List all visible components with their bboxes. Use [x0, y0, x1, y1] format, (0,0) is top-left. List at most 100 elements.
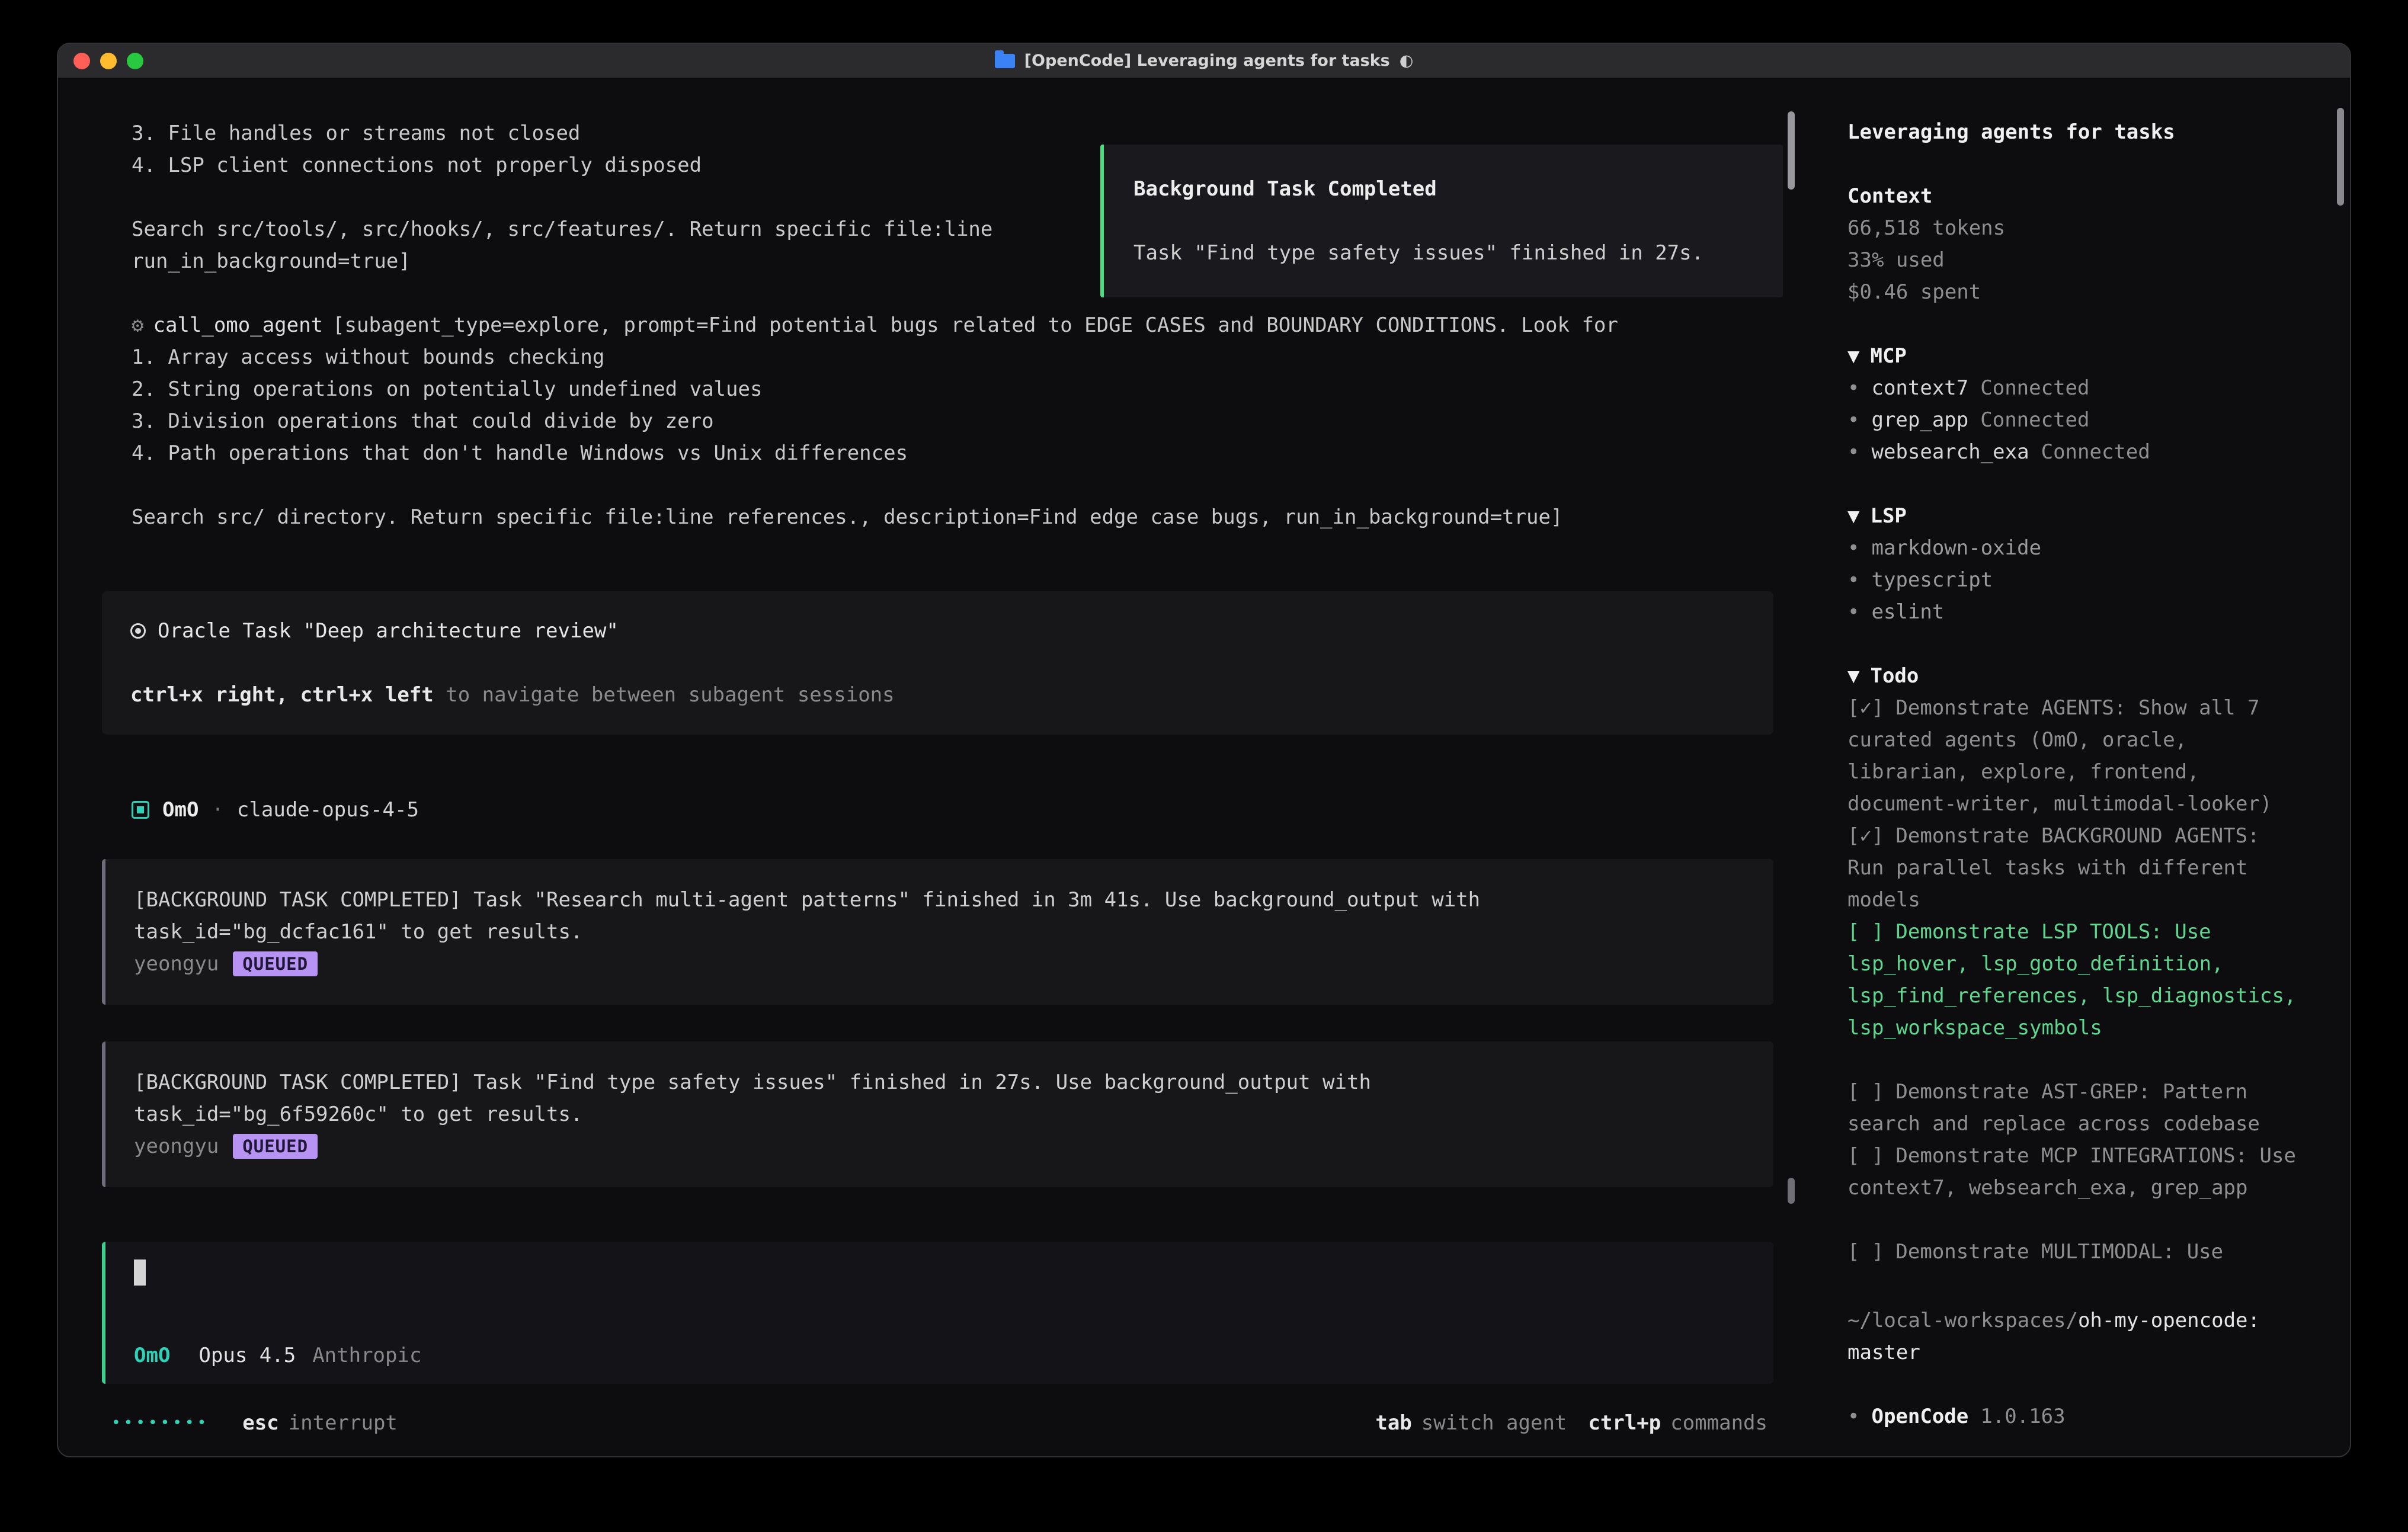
bullet-icon: • [1847, 376, 1859, 400]
bullet-icon: • [1847, 536, 1859, 560]
workspace-info: ~/local-workspaces/oh-my-opencode: maste… [1847, 1305, 2304, 1432]
session-title: Leveraging agents for tasks [1847, 116, 2304, 148]
traffic-lights [73, 44, 143, 78]
lsp-section-header[interactable]: ▼ LSP [1847, 500, 2304, 532]
provider-label: Anthropic [312, 1344, 421, 1367]
terminal-window: [OpenCode] Leveraging agents for tasks ◐… [57, 43, 2351, 1457]
checkbox-empty-icon: [ ] [1847, 1144, 1884, 1168]
message-text: task_id="bg_6f59260c" to get results. [134, 1098, 1745, 1130]
tool-args: [subagent_type=explore, prompt=Find pote… [332, 313, 1618, 337]
active-model-label: Opus 4.5 [198, 1344, 296, 1367]
todo-item-active: [ ]Demonstrate LSP TOOLS: Use lsp_hover,… [1847, 916, 2304, 1044]
agent-name: OmO [162, 798, 198, 822]
oracle-task-title: Oracle Task "Deep architecture review" [158, 615, 619, 647]
bullet-icon: • [1847, 1405, 1859, 1428]
chat-scrollbar-thumb-lower[interactable] [1788, 1178, 1795, 1204]
message-text: [BACKGROUND TASK COMPLETED] Task "Find t… [134, 1066, 1745, 1098]
context-tokens: 66,518 tokens [1847, 212, 2304, 244]
tab-key-label: switch agent [1421, 1411, 1567, 1435]
todo-item: [✓]Demonstrate BACKGROUND AGENTS: Run pa… [1847, 820, 2304, 916]
workspace-name: oh-my-opencode: [2078, 1309, 2260, 1332]
esc-key-label: interrupt [289, 1411, 398, 1435]
checkbox-checked-icon: [✓] [1847, 696, 1884, 720]
zoom-button[interactable] [127, 53, 143, 69]
checkbox-checked-icon: [✓] [1847, 824, 1884, 848]
separator-dot: · [212, 798, 223, 822]
background-task-message: [BACKGROUND TASK COMPLETED] Task "Resear… [102, 859, 1773, 1005]
mcp-item: •context7Connected [1847, 372, 2304, 404]
todo-header-label: Todo [1870, 664, 1919, 688]
ctrlp-key-hint: ctrl+p [1588, 1411, 1661, 1435]
mcp-section-header[interactable]: ▼ MCP [1847, 340, 2304, 372]
gear-icon: ⚙ [132, 313, 143, 337]
chevron-down-icon: ▼ [1847, 504, 1859, 528]
bullet-icon: • [1847, 600, 1859, 624]
todo-item: [ ]Demonstrate MCP INTEGRATIONS: Use con… [1847, 1140, 2304, 1204]
todo-section-header[interactable]: ▼ Todo [1847, 660, 2304, 692]
close-button[interactable] [73, 53, 90, 69]
todo-item: [ ]Demonstrate MULTIMODAL: Use [1847, 1236, 2304, 1268]
context-spent: $0.46 spent [1847, 276, 2304, 308]
sidebar: Leveraging agents for tasks Context 66,5… [1803, 78, 2350, 1456]
message-text: task_id="bg_dcfac161" to get results. [134, 916, 1745, 948]
status-badge: QUEUED [233, 1134, 318, 1159]
folder-icon [995, 54, 1015, 68]
esc-key-hint: esc [242, 1411, 278, 1435]
status-badge: QUEUED [233, 951, 318, 976]
app-name: OpenCode [1871, 1405, 1968, 1428]
checkbox-empty-icon: [ ] [1847, 920, 1884, 944]
lsp-item: •typescript [1847, 564, 2304, 596]
context-header: Context [1847, 180, 2304, 212]
subagent-nav-hint: ctrl+x right, ctrl+x left to navigate be… [130, 679, 1745, 711]
oracle-task-icon [130, 623, 146, 639]
terminal-line: 3. Division operations that could divide… [58, 405, 1803, 437]
chevron-down-icon: ▼ [1847, 344, 1859, 368]
message-author: yeongyu [134, 1134, 219, 1158]
tool-name: call_omo_agent [153, 313, 323, 337]
message-text: [BACKGROUND TASK COMPLETED] Task "Resear… [134, 884, 1745, 916]
terminal-line: 2. String operations on potentially unde… [58, 373, 1803, 405]
bullet-icon: • [1847, 568, 1859, 592]
mcp-item: •grep_appConnected [1847, 404, 2304, 436]
todo-item: [✓]Demonstrate AGENTS: Show all 7 curate… [1847, 692, 2304, 820]
mcp-header-label: MCP [1870, 344, 1906, 368]
spinner-dots-icon: •••••••• [111, 1414, 209, 1432]
git-branch: master [1847, 1337, 2304, 1368]
lsp-item: •eslint [1847, 596, 2304, 628]
mcp-item: •websearch_exaConnected [1847, 436, 2304, 468]
toast-notification[interactable]: Background Task Completed Task "Find typ… [1100, 145, 1783, 297]
lsp-item: •markdown-oxide [1847, 532, 2304, 564]
todo-item: [ ]Demonstrate AST-GREP: Pattern search … [1847, 1076, 2304, 1140]
bullet-icon: • [1847, 440, 1859, 464]
notification-body: Task "Find type safety issues" finished … [1133, 237, 1753, 269]
app-version-footer: • OpenCode 1.0.163 [1847, 1400, 2304, 1432]
notification-title: Background Task Completed [1133, 173, 1753, 205]
chat-scrollbar-thumb[interactable] [1788, 111, 1795, 190]
terminal-line: 4. Path operations that don't handle Win… [58, 437, 1803, 469]
minimize-button[interactable] [100, 53, 117, 69]
chat-pane: 3. File handles or streams not closed 4.… [58, 78, 1803, 1456]
bullet-icon: • [1847, 408, 1859, 432]
terminal-line: Search src/ directory. Return specific f… [58, 501, 1803, 533]
agent-header: OmO · claude-opus-4-5 [132, 794, 1803, 826]
checkbox-empty-icon: [ ] [1847, 1080, 1884, 1104]
text-cursor [134, 1259, 146, 1286]
app-version: 1.0.163 [1980, 1405, 2065, 1428]
chevron-down-icon: ▼ [1847, 664, 1859, 688]
lsp-header-label: LSP [1870, 504, 1906, 528]
sidebar-scrollbar-thumb[interactable] [2337, 108, 2344, 206]
prompt-input[interactable]: OmO Opus 4.5 Anthropic [102, 1242, 1773, 1384]
agent-model: claude-opus-4-5 [237, 798, 419, 822]
oracle-task-panel: Oracle Task "Deep architecture review" c… [102, 591, 1773, 735]
tab-key-hint: tab [1375, 1411, 1411, 1435]
ctrlp-key-label: commands [1670, 1411, 1767, 1435]
window-title-text: [OpenCode] Leveraging agents for tasks [1024, 52, 1390, 70]
terminal-line: 1. Array access without bounds checking [58, 341, 1803, 373]
loading-indicator-icon: ◐ [1400, 52, 1414, 70]
window-title: [OpenCode] Leveraging agents for tasks ◐ [995, 52, 1414, 70]
active-agent-label: OmO [134, 1344, 170, 1367]
status-bar: •••••••• esc interrupt tab switch agent … [58, 1397, 1803, 1456]
tool-call-line: ⚙ call_omo_agent [subagent_type=explore, p… [58, 309, 1803, 341]
titlebar: [OpenCode] Leveraging agents for tasks ◐ [58, 44, 2350, 78]
omo-agent-icon [132, 801, 149, 819]
